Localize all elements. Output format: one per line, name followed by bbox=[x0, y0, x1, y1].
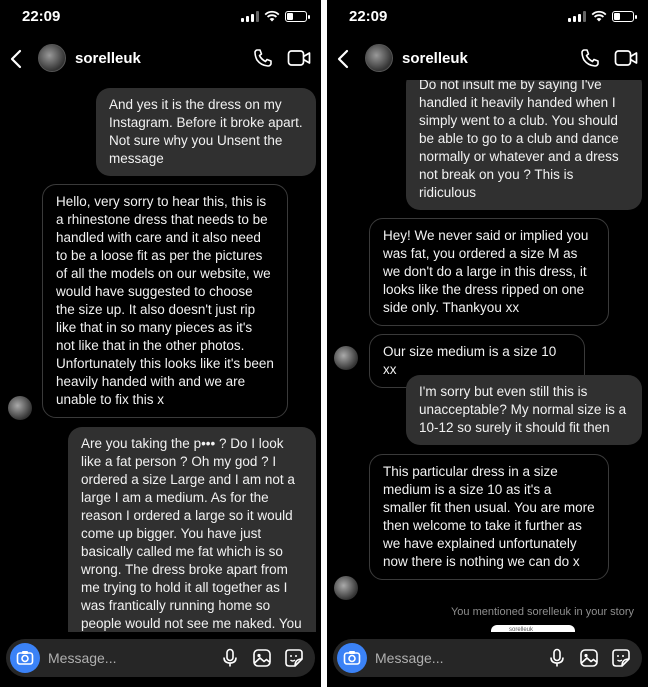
message-thread: Do not insult me by saying I've handled … bbox=[327, 80, 648, 632]
status-time: 22:09 bbox=[22, 8, 61, 25]
story-preview[interactable]: sorelleuk bbox=[491, 625, 575, 632]
status-icons bbox=[568, 10, 637, 22]
message-input[interactable]: Message... bbox=[48, 650, 116, 666]
message-composer[interactable]: Message... bbox=[6, 639, 315, 677]
camera-button[interactable] bbox=[337, 643, 367, 673]
sticker-icon[interactable] bbox=[284, 648, 304, 668]
right-screen: 22:09 sorelleuk Do not insult me by sayi… bbox=[327, 0, 648, 687]
status-bar: 22:09 bbox=[0, 0, 321, 34]
chat-header: sorelleuk bbox=[327, 40, 648, 80]
message-bubble-outgoing[interactable]: And yes it is the dress on my Instagram.… bbox=[96, 88, 316, 176]
sender-avatar bbox=[334, 346, 358, 370]
gallery-icon[interactable] bbox=[579, 648, 599, 668]
status-time: 22:09 bbox=[349, 8, 388, 25]
battery-icon bbox=[285, 11, 310, 22]
message-bubble-incoming[interactable]: Hello, very sorry to hear this, this is … bbox=[42, 184, 288, 418]
sender-avatar bbox=[334, 576, 358, 600]
contact-username[interactable]: sorelleuk bbox=[75, 50, 141, 67]
sticker-icon[interactable] bbox=[611, 648, 631, 668]
story-caption: sorelleuk bbox=[509, 627, 534, 632]
camera-icon bbox=[16, 651, 34, 665]
gallery-icon[interactable] bbox=[252, 648, 272, 668]
back-icon[interactable] bbox=[335, 48, 351, 70]
left-screen: 22:09 sorelleuk And yes it is the dress … bbox=[0, 0, 321, 687]
message-bubble-incoming[interactable]: Hey! We never said or implied you was fa… bbox=[369, 218, 609, 326]
signal-icon bbox=[241, 11, 259, 22]
microphone-icon[interactable] bbox=[220, 648, 240, 668]
video-icon[interactable] bbox=[287, 48, 311, 68]
contact-avatar[interactable] bbox=[38, 44, 66, 72]
video-icon[interactable] bbox=[614, 48, 638, 68]
wifi-icon bbox=[591, 10, 607, 22]
phone-icon[interactable] bbox=[253, 48, 273, 68]
wifi-icon bbox=[264, 10, 280, 22]
back-icon[interactable] bbox=[8, 48, 24, 70]
message-bubble-outgoing[interactable]: I'm sorry but even still this is unaccep… bbox=[406, 375, 642, 445]
camera-button[interactable] bbox=[10, 643, 40, 673]
contact-avatar[interactable] bbox=[365, 44, 393, 72]
phone-icon[interactable] bbox=[580, 48, 600, 68]
message-bubble-outgoing[interactable]: Are you taking the p••• ? Do I look like… bbox=[68, 427, 316, 632]
status-bar: 22:09 bbox=[327, 0, 648, 34]
microphone-icon[interactable] bbox=[547, 648, 567, 668]
message-composer[interactable]: Message... bbox=[333, 639, 642, 677]
status-icons bbox=[241, 10, 310, 22]
message-input[interactable]: Message... bbox=[375, 650, 443, 666]
signal-icon bbox=[568, 11, 586, 22]
message-bubble-incoming[interactable]: This particular dress in a size medium i… bbox=[369, 454, 609, 580]
camera-icon bbox=[343, 651, 361, 665]
battery-icon bbox=[612, 11, 637, 22]
sender-avatar bbox=[8, 396, 32, 420]
story-mention-label: You mentioned sorelleuk in your story bbox=[450, 606, 634, 618]
message-bubble-outgoing[interactable]: Do not insult me by saying I've handled … bbox=[406, 80, 642, 210]
chat-header: sorelleuk bbox=[0, 40, 321, 80]
message-thread: And yes it is the dress on my Instagram.… bbox=[0, 80, 321, 632]
contact-username[interactable]: sorelleuk bbox=[402, 50, 468, 67]
